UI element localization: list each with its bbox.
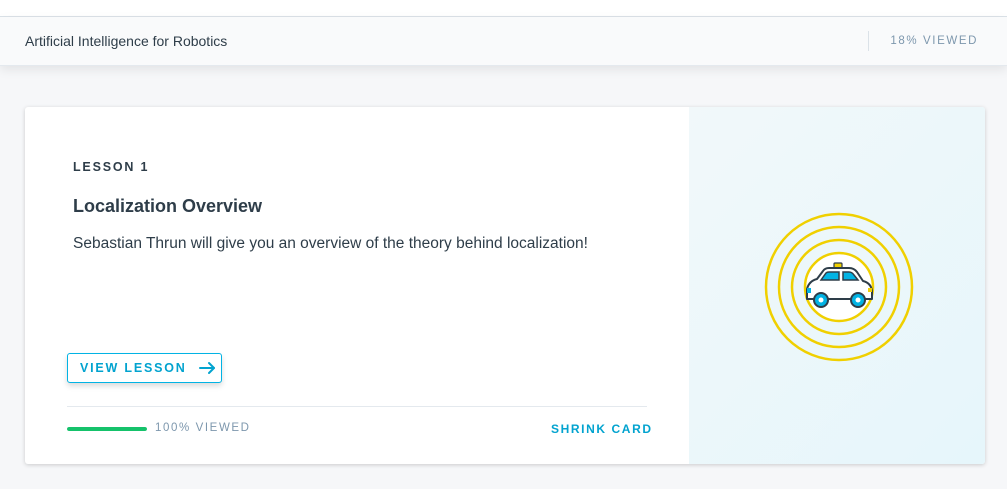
self-driving-car-icon <box>759 207 919 367</box>
lesson-illustration-panel <box>689 107 985 464</box>
arrow-right-icon <box>198 361 217 375</box>
lesson-progress-fill <box>67 427 147 431</box>
top-strip <box>0 0 1007 17</box>
lesson-title: Localization Overview <box>73 196 263 216</box>
header-divider <box>868 31 869 51</box>
shrink-card-link[interactable]: SHRINK CARD <box>551 422 653 436</box>
lesson-card-content: LESSON 1 Localization Overview Sebastian… <box>25 107 689 464</box>
lesson-progress-bar <box>67 427 147 431</box>
lesson-number: LESSON 1 <box>73 160 150 174</box>
card-divider <box>67 406 647 407</box>
view-lesson-button[interactable]: VIEW LESSON <box>67 353 222 383</box>
view-lesson-button-label: VIEW LESSON <box>80 361 187 375</box>
lesson-progress-label: 100% VIEWED <box>155 422 251 434</box>
lesson-card: LESSON 1 Localization Overview Sebastian… <box>25 107 985 464</box>
lesson-description: Sebastian Thrun will give you an overvie… <box>73 235 588 252</box>
course-progress-label: 18% VIEWED <box>890 35 978 47</box>
course-title[interactable]: Artificial Intelligence for Robotics <box>25 17 227 65</box>
course-header: Artificial Intelligence for Robotics 18%… <box>0 17 1007 66</box>
